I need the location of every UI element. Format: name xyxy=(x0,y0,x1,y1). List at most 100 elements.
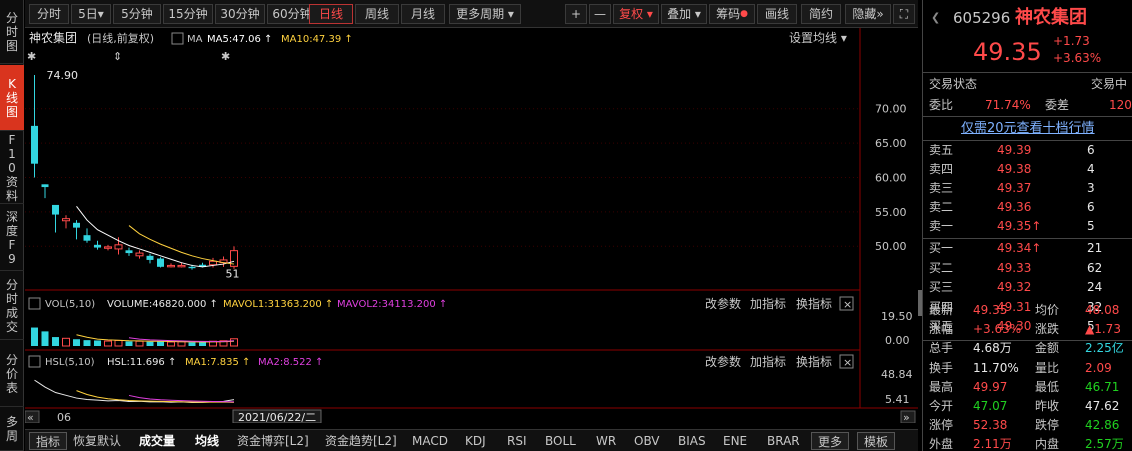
event-marker-icon[interactable]: ⇕ xyxy=(113,50,122,63)
vol-toggle-checkbox[interactable] xyxy=(28,297,41,310)
indicator-kdj-tab[interactable]: KDJ xyxy=(465,432,486,450)
candle[interactable] xyxy=(31,75,38,178)
hsl-toggle-checkbox[interactable] xyxy=(28,355,41,368)
more-indicators-button[interactable]: 更多 xyxy=(811,432,850,450)
indicator-ene-tab[interactable]: ENE xyxy=(723,432,747,450)
vtab-price-table[interactable]: 分价表 xyxy=(0,341,24,407)
ma-settings-dropdown[interactable]: 设置均线 ▾ xyxy=(789,31,847,45)
ask-row[interactable]: 卖四 49.38 4 xyxy=(923,161,1132,178)
ask-row[interactable]: 卖五 49.39 6 xyxy=(923,142,1132,159)
vtab-f10[interactable]: F10资料 xyxy=(0,132,24,204)
candle[interactable] xyxy=(230,246,238,269)
candle[interactable] xyxy=(52,204,59,233)
volume-bar[interactable] xyxy=(114,339,123,347)
bid-row[interactable]: 买二 49.33 62 xyxy=(923,260,1132,277)
candle[interactable] xyxy=(41,184,49,199)
ask-row[interactable]: 卖一 49.35↑ 5 xyxy=(923,218,1132,235)
bid-row[interactable]: 买三 49.32 24 xyxy=(923,279,1132,296)
vol-add-indicator-button[interactable]: 加指标 xyxy=(750,296,786,311)
bid-row[interactable]: 买一 49.34↑ 21 xyxy=(923,240,1132,257)
volume-bar[interactable] xyxy=(52,337,59,346)
volume-bar[interactable] xyxy=(73,339,80,346)
candle[interactable] xyxy=(104,244,112,251)
overlay-dropdown[interactable]: 叠加 ▾ xyxy=(661,4,707,24)
period-5min-button[interactable]: 5分钟 xyxy=(113,4,161,24)
restore-default-button[interactable]: 恢复默认 xyxy=(73,432,121,450)
candle[interactable] xyxy=(167,263,175,268)
vtab-trades[interactable]: 分时成交 xyxy=(0,272,24,340)
ask-row[interactable]: 卖三 49.37 3 xyxy=(923,180,1132,197)
volume-bar[interactable] xyxy=(188,342,196,346)
volume-bar[interactable] xyxy=(83,340,91,346)
volume-bar[interactable] xyxy=(177,341,186,347)
volume-bar[interactable] xyxy=(230,338,238,347)
volume-bar[interactable] xyxy=(146,341,154,346)
indicator-menu-button[interactable]: 指标 xyxy=(29,432,68,450)
simple-mode-button[interactable]: 简约 xyxy=(801,4,841,24)
more-periods-dropdown[interactable]: 更多周期 ▾ xyxy=(449,4,521,24)
vol-edit-params-button[interactable]: 改参数 xyxy=(705,296,741,311)
indicator-brar-tab[interactable]: BRAR xyxy=(767,432,800,450)
kline-chart-svg[interactable]: 神农集团 (日线,前复权) MA MA5:47.06 ↑ MA10:47.39 … xyxy=(24,28,918,424)
fuquan-dropdown[interactable]: 复权 ▾ xyxy=(613,4,659,24)
hsl-add-indicator-button[interactable]: 加指标 xyxy=(750,354,786,369)
indicator-rsi-tab[interactable]: RSI xyxy=(507,432,527,450)
fullscreen-icon[interactable]: ⛶ xyxy=(893,4,915,24)
volume-bar[interactable] xyxy=(31,327,38,346)
event-marker-icon[interactable]: ✱ xyxy=(221,50,230,63)
vtab-depth[interactable]: 深度F9 xyxy=(0,205,24,271)
event-marker-icon[interactable]: ✱ xyxy=(27,50,36,63)
ask-row[interactable]: 卖二 49.36 6 xyxy=(923,199,1132,216)
indicator-wr-tab[interactable]: WR xyxy=(596,432,616,450)
hsl-edit-params-button[interactable]: 改参数 xyxy=(705,354,741,369)
indicator-macd-tab[interactable]: MACD xyxy=(412,432,448,450)
vtab-kline[interactable]: K线图 xyxy=(0,65,24,131)
volume-bar[interactable] xyxy=(104,340,112,347)
indicator-boll-tab[interactable]: BOLL xyxy=(545,432,576,450)
volume-bar[interactable] xyxy=(199,342,206,346)
period-30min-button[interactable]: 30分钟 xyxy=(215,4,265,24)
template-button[interactable]: 模板 xyxy=(857,432,896,450)
indicator-capital-trend-tab[interactable]: 资金趋势[L2] xyxy=(325,432,397,450)
vol-switch-indicator-button[interactable]: 换指标 xyxy=(796,296,832,311)
period-5day-button[interactable]: 5日▾ xyxy=(71,4,111,24)
candlestick-series[interactable] xyxy=(31,75,238,270)
volume-bar[interactable] xyxy=(62,337,70,347)
candle[interactable] xyxy=(94,240,101,250)
zoom-in-button[interactable]: + xyxy=(565,4,587,24)
volume-bar[interactable] xyxy=(94,340,101,346)
vtab-fenshi[interactable]: 分时图 xyxy=(0,0,24,64)
collapse-panel-icon[interactable]: ❮ xyxy=(931,6,940,30)
period-15min-button[interactable]: 15分钟 xyxy=(163,4,213,24)
ma-toggle-checkbox[interactable] xyxy=(171,32,184,45)
indicator-bias-tab[interactable]: BIAS xyxy=(678,432,706,450)
vtab-multi[interactable]: 多周 xyxy=(0,408,24,451)
volume-bar[interactable] xyxy=(167,341,175,347)
indicator-capital-game-tab[interactable]: 资金博弈[L2] xyxy=(237,432,309,450)
volume-bar[interactable] xyxy=(125,341,133,346)
period-fenshi-button[interactable]: 分时 xyxy=(29,4,69,24)
candle[interactable] xyxy=(135,250,144,259)
candle[interactable] xyxy=(62,215,70,229)
draw-line-button[interactable]: 画线 xyxy=(757,4,797,24)
volume-bars[interactable] xyxy=(31,327,238,347)
level2-promo-link[interactable]: 仅需20元查看十档行情 xyxy=(961,119,1095,138)
period-daily-button[interactable]: 日线 xyxy=(309,4,353,24)
period-monthly-button[interactable]: 月线 xyxy=(401,4,445,24)
candle[interactable] xyxy=(125,247,133,256)
indicator-ma-tab[interactable]: 均线 xyxy=(195,432,219,450)
candle[interactable] xyxy=(157,257,164,268)
candle[interactable] xyxy=(219,256,228,267)
candle[interactable] xyxy=(83,228,91,243)
volume-bar[interactable] xyxy=(135,340,144,347)
zoom-out-button[interactable]: — xyxy=(589,4,611,24)
candle[interactable] xyxy=(146,253,154,264)
hide-button[interactable]: 隐藏» xyxy=(845,4,891,24)
period-weekly-button[interactable]: 周线 xyxy=(355,4,399,24)
hsl-switch-indicator-button[interactable]: 换指标 xyxy=(796,354,832,369)
volume-bar[interactable] xyxy=(157,341,164,346)
kline-chart-area[interactable]: 神农集团 (日线,前复权) MA MA5:47.06 ↑ MA10:47.39 … xyxy=(24,28,918,424)
volume-bar[interactable] xyxy=(41,331,49,346)
candle[interactable] xyxy=(73,220,80,240)
indicator-obv-tab[interactable]: OBV xyxy=(634,432,660,450)
